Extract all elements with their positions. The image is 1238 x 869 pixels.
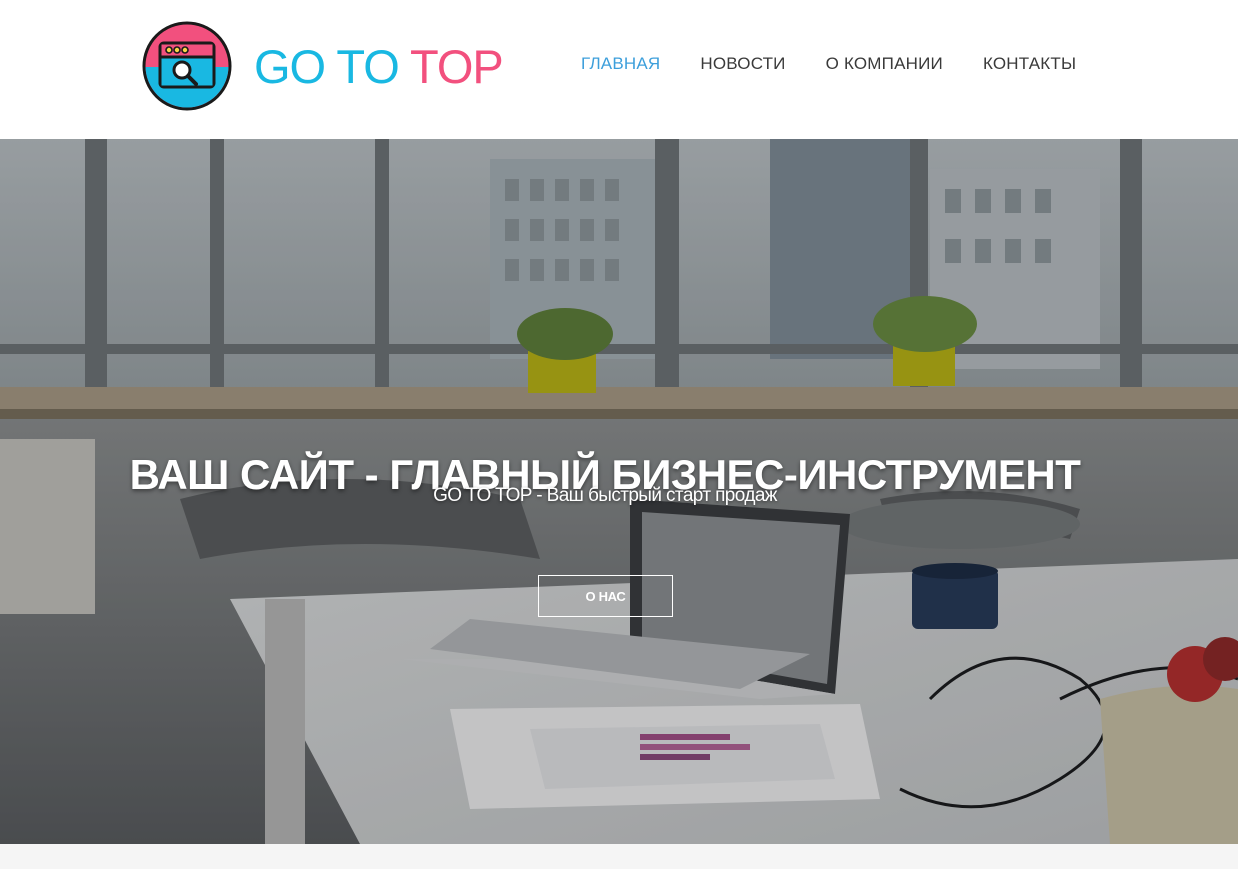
nav-item-home[interactable]: ГЛАВНАЯ (581, 54, 660, 74)
brand-word-top: TOP (409, 39, 504, 93)
brand-name: GO TO TOP (254, 39, 504, 93)
hero-section: ВАШ САЙТ - ГЛАВНЫЙ БИЗНЕС-ИНСТРУМЕНТ GO … (0, 139, 1238, 844)
nav-item-contacts[interactable]: КОНТАКТЫ (983, 54, 1076, 74)
brand-word-to: TO (336, 39, 399, 93)
brand-word-go: GO (254, 39, 326, 93)
page-bottom-strip (0, 844, 1238, 869)
browser-search-icon (142, 21, 232, 111)
site-header: GO TO TOP ГЛАВНАЯ НОВОСТИ О КОМПАНИИ КОН… (0, 0, 1238, 139)
nav-item-about[interactable]: О КОМПАНИИ (826, 54, 943, 74)
logo-link[interactable]: GO TO TOP (142, 21, 504, 111)
main-nav: ГЛАВНАЯ НОВОСТИ О КОМПАНИИ КОНТАКТЫ (581, 54, 1116, 74)
nav-item-news[interactable]: НОВОСТИ (700, 54, 785, 74)
about-us-button[interactable]: О НАС (538, 575, 673, 617)
hero-subtitle: GO TO TOP - Ваш быстрый старт продаж (433, 485, 777, 506)
